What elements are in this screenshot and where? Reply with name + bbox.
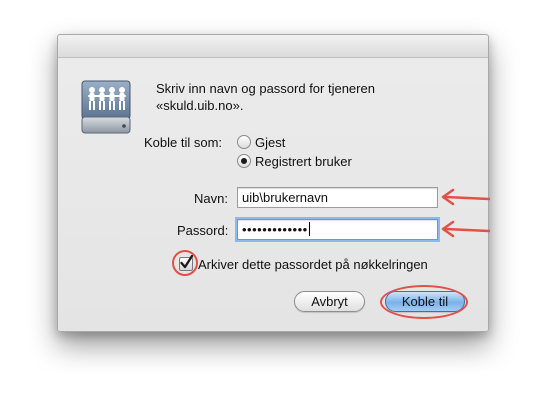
annotation-circle-checkbox — [172, 250, 198, 276]
keychain-label[interactable]: Arkiver dette passordet på nøkkelringen — [198, 257, 428, 272]
password-field[interactable]: ••••••••••••• — [237, 219, 438, 240]
radio-registered-user-label[interactable]: Registrert bruker — [255, 154, 352, 169]
message-line-2: «skuld.uib.no». — [156, 98, 244, 113]
network-server-drive-icon — [80, 79, 132, 135]
annotation-circle-connect-button — [380, 285, 468, 319]
name-field-value: uib\brukernavn — [242, 190, 328, 205]
password-label: Passord: — [177, 223, 229, 238]
text-caret — [308, 222, 310, 236]
cancel-button[interactable]: Avbryt — [294, 291, 365, 312]
annotation-arrow-password — [441, 220, 490, 238]
annotation-arrow-name — [441, 188, 490, 206]
connect-as-label: Koble til som: — [144, 135, 223, 150]
radio-guest[interactable] — [237, 135, 251, 149]
radio-guest-label[interactable]: Gjest — [255, 135, 285, 150]
password-field-value: ••••••••••••• — [242, 222, 308, 237]
dialog-titlebar — [58, 35, 488, 58]
radio-registered-user[interactable] — [237, 154, 251, 168]
name-label: Navn: — [194, 191, 228, 206]
name-field[interactable]: uib\brukernavn — [237, 187, 438, 208]
message-line-1: Skriv inn navn og passord for tjeneren — [156, 81, 375, 96]
